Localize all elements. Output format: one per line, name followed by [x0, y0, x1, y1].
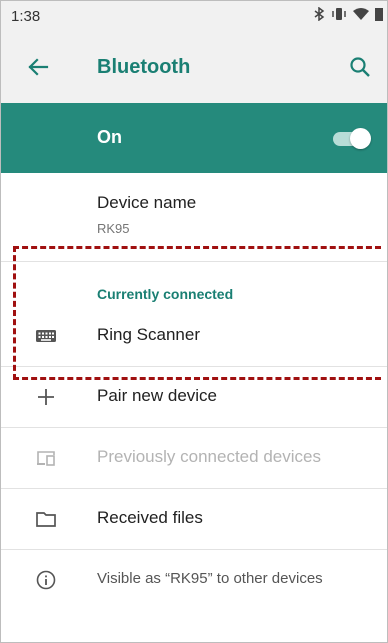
- visibility-info-text: Visible as “RK95” to other devices: [97, 570, 323, 587]
- info-icon: [36, 570, 56, 590]
- page-title: Bluetooth: [97, 56, 191, 78]
- section-title: Currently connected: [97, 286, 234, 302]
- bluetooth-toggle-row[interactable]: On: [1, 103, 387, 173]
- plus-icon: [38, 389, 54, 405]
- switch-thumb: [350, 128, 371, 149]
- status-bar: 1:38: [1, 1, 387, 31]
- wifi-icon: [353, 8, 369, 20]
- previously-connected-row: Previously connected devices: [1, 428, 387, 489]
- received-files-row[interactable]: Received files: [1, 489, 387, 550]
- status-time: 1:38: [11, 8, 41, 25]
- vibrate-icon: [332, 8, 346, 20]
- keyboard-icon: [36, 330, 56, 342]
- bluetooth-switch[interactable]: [333, 128, 371, 149]
- devices-icon: [37, 451, 55, 466]
- device-name-row[interactable]: Device name RK95: [1, 173, 387, 262]
- back-arrow-icon[interactable]: [25, 54, 51, 80]
- previously-connected-label: Previously connected devices: [97, 447, 321, 466]
- connected-device-ring-scanner[interactable]: Ring Scanner: [1, 306, 387, 367]
- search-icon[interactable]: [347, 54, 373, 80]
- folder-icon: [36, 512, 56, 527]
- received-files-label: Received files: [97, 508, 203, 527]
- device-name-title: Device name: [97, 193, 197, 212]
- visibility-info-row: Visible as “RK95” to other devices: [1, 550, 387, 610]
- battery-icon: [375, 8, 383, 21]
- device-name-value: RK95: [97, 221, 130, 236]
- pair-new-device-label: Pair new device: [97, 386, 218, 405]
- currently-connected-header: Currently connected: [1, 262, 387, 306]
- status-icons: [313, 7, 383, 21]
- bluetooth-status-icon: [314, 7, 325, 21]
- app-bar: Bluetooth: [1, 31, 387, 103]
- pair-new-device-row[interactable]: Pair new device: [1, 367, 387, 428]
- toggle-label: On: [97, 127, 122, 147]
- device-label: Ring Scanner: [97, 325, 201, 344]
- phone-screen: 1:38 Bluetooth On Device name RK95 Curre…: [0, 0, 388, 643]
